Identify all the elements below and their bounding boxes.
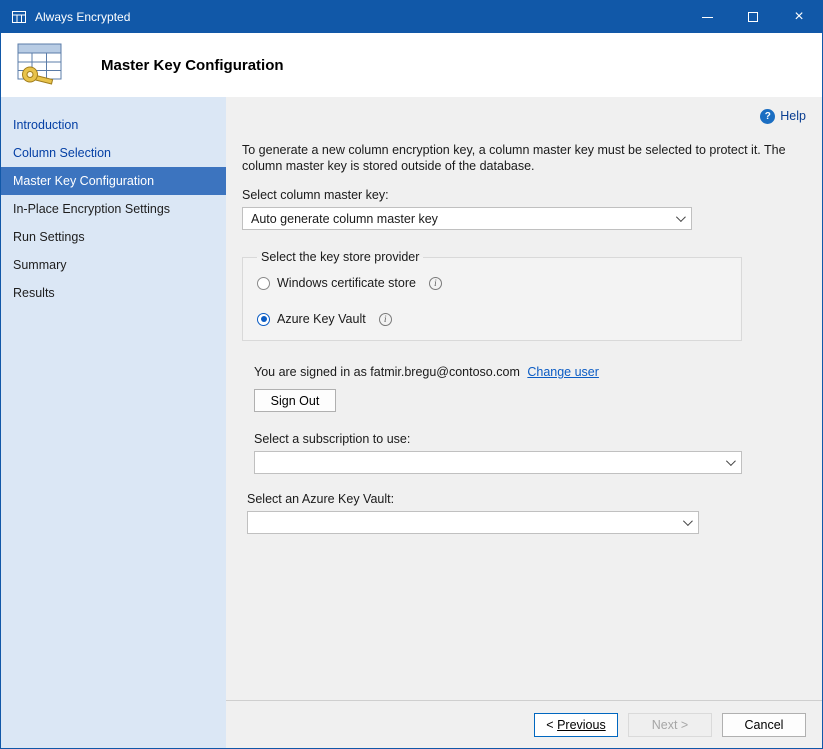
help-label: Help <box>780 109 806 123</box>
radio-selected-icon <box>257 313 270 326</box>
signed-in-text: You are signed in as fatmir.bregu@contos… <box>254 365 520 379</box>
sidebar-item-summary[interactable]: Summary <box>1 251 226 279</box>
chevron-down-icon <box>683 516 693 526</box>
sidebar-item-results[interactable]: Results <box>1 279 226 307</box>
info-icon[interactable] <box>429 277 442 290</box>
help-button[interactable]: ? Help <box>242 107 806 125</box>
content-column: ? Help To generate a new column encrypti… <box>226 97 822 748</box>
sidebar-item-master-key-configuration[interactable]: Master Key Configuration <box>1 167 226 195</box>
info-icon[interactable] <box>379 313 392 326</box>
previous-prefix: < <box>546 718 557 732</box>
radio-azure-label: Azure Key Vault <box>277 312 366 326</box>
maximize-icon <box>748 12 758 22</box>
close-icon: × <box>794 9 803 25</box>
cancel-button[interactable]: Cancel <box>722 713 806 737</box>
radio-unselected-icon <box>257 277 270 290</box>
next-button[interactable]: Next > <box>628 713 712 737</box>
change-user-link[interactable]: Change user <box>527 365 599 379</box>
signed-in-row: You are signed in as fatmir.bregu@contos… <box>254 365 806 379</box>
master-key-label: Select column master key: <box>242 188 806 202</box>
key-store-group-label: Select the key store provider <box>257 250 423 264</box>
sidebar-item-column-selection[interactable]: Column Selection <box>1 139 226 167</box>
minimize-button[interactable] <box>684 1 730 33</box>
table-key-icon <box>15 39 67 92</box>
radio-azure-key-vault[interactable]: Azure Key Vault <box>257 312 731 326</box>
subscription-label: Select a subscription to use: <box>254 432 806 446</box>
chevron-down-icon <box>676 212 686 222</box>
subscription-dropdown[interactable] <box>254 451 742 474</box>
window-title: Always Encrypted <box>35 10 130 24</box>
intro-text: To generate a new column encryption key,… <box>242 143 806 174</box>
always-encrypted-window: Always Encrypted × Master Key Configurat… <box>0 0 823 749</box>
previous-button[interactable]: < Previous <box>534 713 618 737</box>
page-title: Master Key Configuration <box>101 57 284 74</box>
caption-buttons: × <box>684 1 822 33</box>
minimize-icon <box>702 17 713 18</box>
sidebar-item-in-place-encryption-settings[interactable]: In-Place Encryption Settings <box>1 195 226 223</box>
chevron-down-icon <box>726 456 736 466</box>
footer: < Previous Next > Cancel <box>226 700 822 748</box>
maximize-button[interactable] <box>730 1 776 33</box>
key-vault-dropdown[interactable] <box>247 511 699 534</box>
help-icon: ? <box>760 109 775 124</box>
sidebar: Introduction Column Selection Master Key… <box>1 97 226 748</box>
previous-label: Previous <box>557 718 606 732</box>
key-vault-label: Select an Azure Key Vault: <box>247 492 806 506</box>
sidebar-item-introduction[interactable]: Introduction <box>1 111 226 139</box>
close-button[interactable]: × <box>776 1 822 33</box>
main: Introduction Column Selection Master Key… <box>1 97 822 748</box>
radio-windows-certificate-store[interactable]: Windows certificate store <box>257 276 731 290</box>
master-key-dropdown[interactable]: Auto generate column master key <box>242 207 692 230</box>
master-key-dropdown-value: Auto generate column master key <box>251 212 668 226</box>
radio-windows-label: Windows certificate store <box>277 276 416 290</box>
sidebar-item-run-settings[interactable]: Run Settings <box>1 223 226 251</box>
titlebar: Always Encrypted × <box>1 1 822 33</box>
wizard-header: Master Key Configuration <box>1 33 822 97</box>
sign-out-button[interactable]: Sign Out <box>254 389 336 412</box>
app-icon <box>11 9 27 25</box>
key-store-groupbox: Select the key store provider Windows ce… <box>242 250 742 341</box>
content: ? Help To generate a new column encrypti… <box>226 97 822 700</box>
